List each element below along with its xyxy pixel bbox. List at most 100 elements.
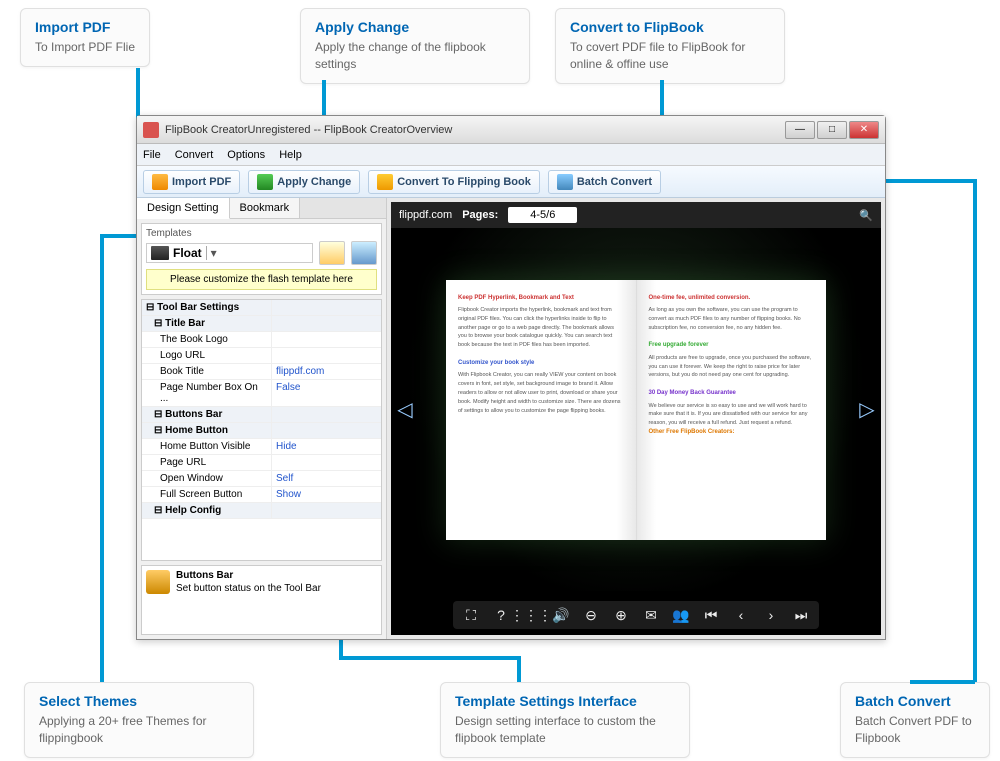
- fullscreen-icon[interactable]: ⛶: [463, 607, 479, 623]
- preview-header: flippdf.com Pages: 4-5/6 🔍: [391, 202, 881, 228]
- convert-flipbook-button[interactable]: Convert To Flipping Book: [368, 170, 540, 194]
- menu-options[interactable]: Options: [227, 149, 265, 161]
- theme-name: Float: [173, 246, 202, 260]
- property-value[interactable]: Hide: [272, 439, 381, 454]
- menubar: File Convert Options Help: [137, 144, 885, 166]
- heading: Other Free FlipBook Creators:: [649, 428, 815, 438]
- template-edit-button[interactable]: [319, 241, 345, 265]
- connector: [973, 179, 977, 682]
- property-row[interactable]: Page Number Box On ...False: [142, 380, 381, 407]
- heading: 30 Day Money Back Guarantee: [649, 389, 815, 399]
- property-value[interactable]: Show: [272, 487, 381, 502]
- sound-icon[interactable]: 🔊: [553, 607, 569, 623]
- zoom-in-icon[interactable]: ⊕: [613, 607, 629, 623]
- property-value[interactable]: [272, 423, 381, 438]
- property-value[interactable]: [272, 455, 381, 470]
- share-icon[interactable]: 👥: [673, 607, 689, 623]
- property-value[interactable]: [272, 503, 381, 518]
- prev-page-button[interactable]: ◁: [395, 395, 415, 425]
- callout-template-settings: Template Settings Interface Design setti…: [440, 682, 690, 758]
- callout-title: Select Themes: [39, 693, 239, 709]
- property-row[interactable]: The Book Logo: [142, 332, 381, 348]
- thumbnails-icon[interactable]: ⋮⋮⋮: [523, 607, 539, 623]
- maximize-button[interactable]: □: [817, 121, 847, 139]
- template-import-button[interactable]: [351, 241, 377, 265]
- pages-input[interactable]: 4-5/6: [508, 207, 577, 223]
- callout-select-themes: Select Themes Applying a 20+ free Themes…: [24, 682, 254, 758]
- settings-panel: Design Setting Bookmark Templates Float …: [137, 198, 387, 639]
- heading: Keep PDF Hyperlink, Bookmark and Text: [458, 294, 624, 304]
- property-value[interactable]: False: [272, 380, 381, 406]
- import-icon: [152, 174, 168, 190]
- property-row[interactable]: Logo URL: [142, 348, 381, 364]
- search-icon[interactable]: 🔍: [859, 209, 873, 222]
- callout-desc: To Import PDF Flie: [35, 39, 135, 56]
- property-value[interactable]: flippdf.com: [272, 364, 381, 379]
- next-icon[interactable]: ›: [763, 607, 779, 623]
- property-grid[interactable]: ⊟ Tool Bar Settings⊟ Title BarThe Book L…: [141, 299, 382, 561]
- property-value[interactable]: Self: [272, 471, 381, 486]
- zoom-out-icon[interactable]: ⊖: [583, 607, 599, 623]
- callout-desc: To covert PDF file to FlipBook for onlin…: [570, 39, 770, 73]
- toolbar: Import PDF Apply Change Convert To Flipp…: [137, 166, 885, 198]
- close-button[interactable]: ✕: [849, 121, 879, 139]
- import-pdf-button[interactable]: Import PDF: [143, 170, 240, 194]
- property-row[interactable]: Book Titleflippdf.com: [142, 364, 381, 380]
- preview-toolbar: ⛶ ? ⋮⋮⋮ 🔊 ⊖ ⊕ ✉ 👥 ⏮ ‹ › ⏭: [453, 601, 819, 629]
- property-row[interactable]: ⊟ Help Config: [142, 503, 381, 519]
- menu-convert[interactable]: Convert: [175, 149, 214, 161]
- connector: [339, 656, 519, 660]
- callout-desc: Batch Convert PDF to Flipbook: [855, 713, 975, 747]
- btn-label: Batch Convert: [577, 176, 652, 188]
- callout-import-pdf: Import PDF To Import PDF Flie: [20, 8, 150, 67]
- titlebar: FlipBook CreatorUnregistered -- FlipBook…: [137, 116, 885, 144]
- first-page-icon[interactable]: ⏮: [703, 607, 719, 623]
- batch-convert-button[interactable]: Batch Convert: [548, 170, 661, 194]
- window-title: FlipBook CreatorUnregistered -- FlipBook…: [165, 124, 785, 136]
- preview-brand: flippdf.com: [399, 209, 452, 221]
- property-row[interactable]: Full Screen ButtonShow: [142, 487, 381, 503]
- prev-icon[interactable]: ‹: [733, 607, 749, 623]
- property-value[interactable]: [272, 300, 381, 315]
- property-value[interactable]: [272, 348, 381, 363]
- flipbook[interactable]: Keep PDF Hyperlink, Bookmark and Text Fl…: [446, 280, 826, 540]
- next-page-button[interactable]: ▷: [857, 395, 877, 425]
- minimize-button[interactable]: —: [785, 121, 815, 139]
- apply-change-button[interactable]: Apply Change: [248, 170, 360, 194]
- callout-batch-convert: Batch Convert Batch Convert PDF to Flipb…: [840, 682, 990, 758]
- batch-icon: [557, 174, 573, 190]
- email-icon[interactable]: ✉: [643, 607, 659, 623]
- property-row[interactable]: Home Button VisibleHide: [142, 439, 381, 455]
- property-row[interactable]: ⊟ Home Button: [142, 423, 381, 439]
- property-value[interactable]: [272, 332, 381, 347]
- property-row[interactable]: ⊟ Buttons Bar: [142, 407, 381, 423]
- property-key: Home Button Visible: [142, 439, 272, 454]
- property-key: Page URL: [142, 455, 272, 470]
- heading: Free upgrade forever: [649, 341, 815, 351]
- connector: [660, 80, 664, 120]
- property-key: ⊟ Home Button: [142, 423, 272, 438]
- desc-title: Buttons Bar: [176, 570, 321, 581]
- property-key: ⊟ Title Bar: [142, 316, 272, 331]
- callout-desc: Design setting interface to custom the f…: [455, 713, 675, 747]
- callout-title: Import PDF: [35, 19, 135, 35]
- desc-icon: [146, 570, 170, 594]
- property-value[interactable]: [272, 407, 381, 422]
- help-icon[interactable]: ?: [493, 607, 509, 623]
- last-page-icon[interactable]: ⏭: [793, 607, 809, 623]
- menu-help[interactable]: Help: [279, 149, 302, 161]
- templates-row: Float ▾: [146, 241, 377, 265]
- property-row[interactable]: Open WindowSelf: [142, 471, 381, 487]
- app-window: FlipBook CreatorUnregistered -- FlipBook…: [136, 115, 886, 640]
- property-row[interactable]: ⊟ Title Bar: [142, 316, 381, 332]
- property-key: ⊟ Tool Bar Settings: [142, 300, 272, 315]
- property-value[interactable]: [272, 316, 381, 331]
- theme-selector[interactable]: Float ▾: [146, 243, 313, 263]
- property-row[interactable]: ⊟ Tool Bar Settings: [142, 300, 381, 316]
- tab-design-setting[interactable]: Design Setting: [137, 198, 230, 219]
- preview-area: flippdf.com Pages: 4-5/6 🔍 ◁ Keep PDF Hy…: [391, 202, 881, 635]
- property-row[interactable]: Page URL: [142, 455, 381, 471]
- property-key: Book Title: [142, 364, 272, 379]
- menu-file[interactable]: File: [143, 149, 161, 161]
- tab-bookmark[interactable]: Bookmark: [230, 198, 301, 218]
